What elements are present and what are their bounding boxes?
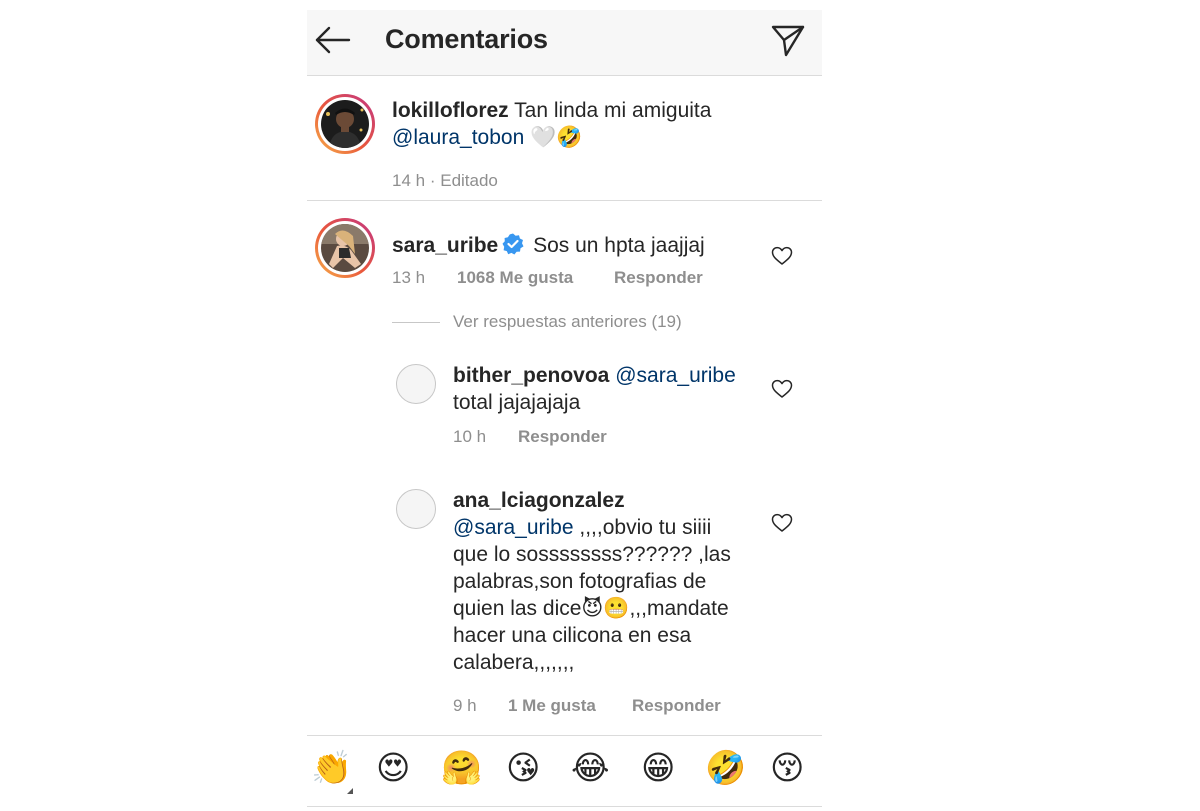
heart-outline-icon: [771, 246, 793, 265]
caption-emoji: 🤍🤣: [530, 125, 583, 149]
page-title: Comentarios: [385, 24, 548, 54]
emoji-heart-eyes-button[interactable]: 😍: [376, 748, 410, 788]
emoji-grin-button[interactable]: 😁: [641, 748, 675, 788]
comment-time: 13 h: [392, 268, 426, 287]
caption-edited: Editado: [440, 171, 498, 190]
heart-outline-icon: [771, 513, 793, 532]
emoji-kiss-button[interactable]: 😘: [506, 748, 540, 788]
view-previous-replies[interactable]: Ver respuestas anteriores (19): [392, 312, 732, 336]
reply-text-line-4b: ,,,mandate: [629, 597, 729, 620]
avatar-photo: [321, 100, 369, 148]
emoji-tears-of-joy-button[interactable]: 😂: [571, 748, 610, 788]
reply-button[interactable]: Responder: [632, 696, 721, 715]
emoji-rofl-button[interactable]: 🤣: [705, 748, 746, 788]
reply-text-line-2: que lo sossssssss?????? ,las: [453, 543, 731, 566]
reply-mention[interactable]: @sara_uribe: [615, 364, 736, 387]
reply-button[interactable]: Responder: [614, 268, 703, 287]
reply-text-line-6: calabera,,,,,,,: [453, 651, 575, 674]
reply-text-line-5: hacer una cilicona en esa: [453, 624, 692, 647]
caption-time: 14 h: [392, 171, 426, 190]
like-button[interactable]: [771, 379, 793, 399]
like-button[interactable]: [771, 246, 793, 266]
avatar[interactable]: [396, 489, 436, 529]
comments-screen: Comentarios lokilloflorez Tan linda mi a…: [307, 10, 822, 811]
emoji-quick-bar: 👏 😍 🤗 😘 😂 😁 🤣 😚: [307, 735, 822, 807]
reply-item: bither_penovoa @sara_uribe total jajajaj…: [307, 355, 822, 465]
avatar[interactable]: [396, 364, 436, 404]
reply-thread-line: [392, 322, 440, 323]
header-bar: Comentarios: [307, 10, 822, 76]
caption-text: Tan linda mi amiguita: [514, 99, 712, 122]
reply-emoji: 😈😬: [581, 596, 630, 620]
reply-text-line-1: ,,,,obvio tu siiii: [579, 516, 712, 539]
avatar[interactable]: [315, 94, 375, 154]
likes-count[interactable]: 1068 Me gusta: [457, 268, 573, 287]
reply-time: 10 h: [453, 427, 487, 446]
reply-button[interactable]: Responder: [518, 427, 607, 446]
reply-item: ana_lciagonzalez @sara_uribe ,,,,obvio t…: [307, 480, 822, 730]
avatar[interactable]: [315, 218, 375, 278]
caption-mention[interactable]: @laura_tobon: [392, 126, 524, 149]
comment-item: sara_uribe Sos un hpta jaajjaj 13 h 1068…: [307, 201, 822, 301]
emoji-clap-button[interactable]: 👏: [311, 748, 352, 788]
heart-outline-icon: [771, 379, 793, 398]
comment-text: Sos un hpta jaajjaj: [533, 234, 705, 257]
reply-text: total jajajajaja: [453, 391, 581, 414]
likes-count[interactable]: 1 Me gusta: [508, 696, 596, 715]
emoji-kissing-button[interactable]: 😚: [770, 748, 804, 788]
verified-badge-icon: [502, 233, 524, 255]
comment-username[interactable]: sara_uribe: [392, 234, 498, 257]
emoji-hug-button[interactable]: 🤗: [441, 748, 482, 788]
back-button[interactable]: [313, 24, 353, 56]
reply-text-line-3: palabras,son fotografias de: [453, 570, 707, 593]
arrow-left-icon: [315, 26, 351, 54]
reply-mention[interactable]: @sara_uribe: [453, 516, 574, 539]
paper-plane-icon: [771, 25, 805, 57]
reply-username[interactable]: bither_penovoa: [453, 364, 609, 387]
like-button[interactable]: [771, 513, 793, 533]
view-previous-label: Ver respuestas anteriores (19): [453, 312, 682, 331]
reply-text-line-4: quien las dice: [453, 597, 582, 620]
avatar-photo: [321, 224, 369, 272]
caption: lokilloflorez Tan linda mi amiguita @lau…: [307, 75, 822, 200]
emoji-expand-indicator: [347, 788, 353, 794]
caption-username[interactable]: lokilloflorez: [392, 99, 509, 122]
caption-separator: ·: [429, 171, 436, 190]
send-button[interactable]: [770, 22, 806, 58]
reply-username[interactable]: ana_lciagonzalez: [453, 489, 625, 512]
reply-time: 9 h: [453, 696, 477, 715]
